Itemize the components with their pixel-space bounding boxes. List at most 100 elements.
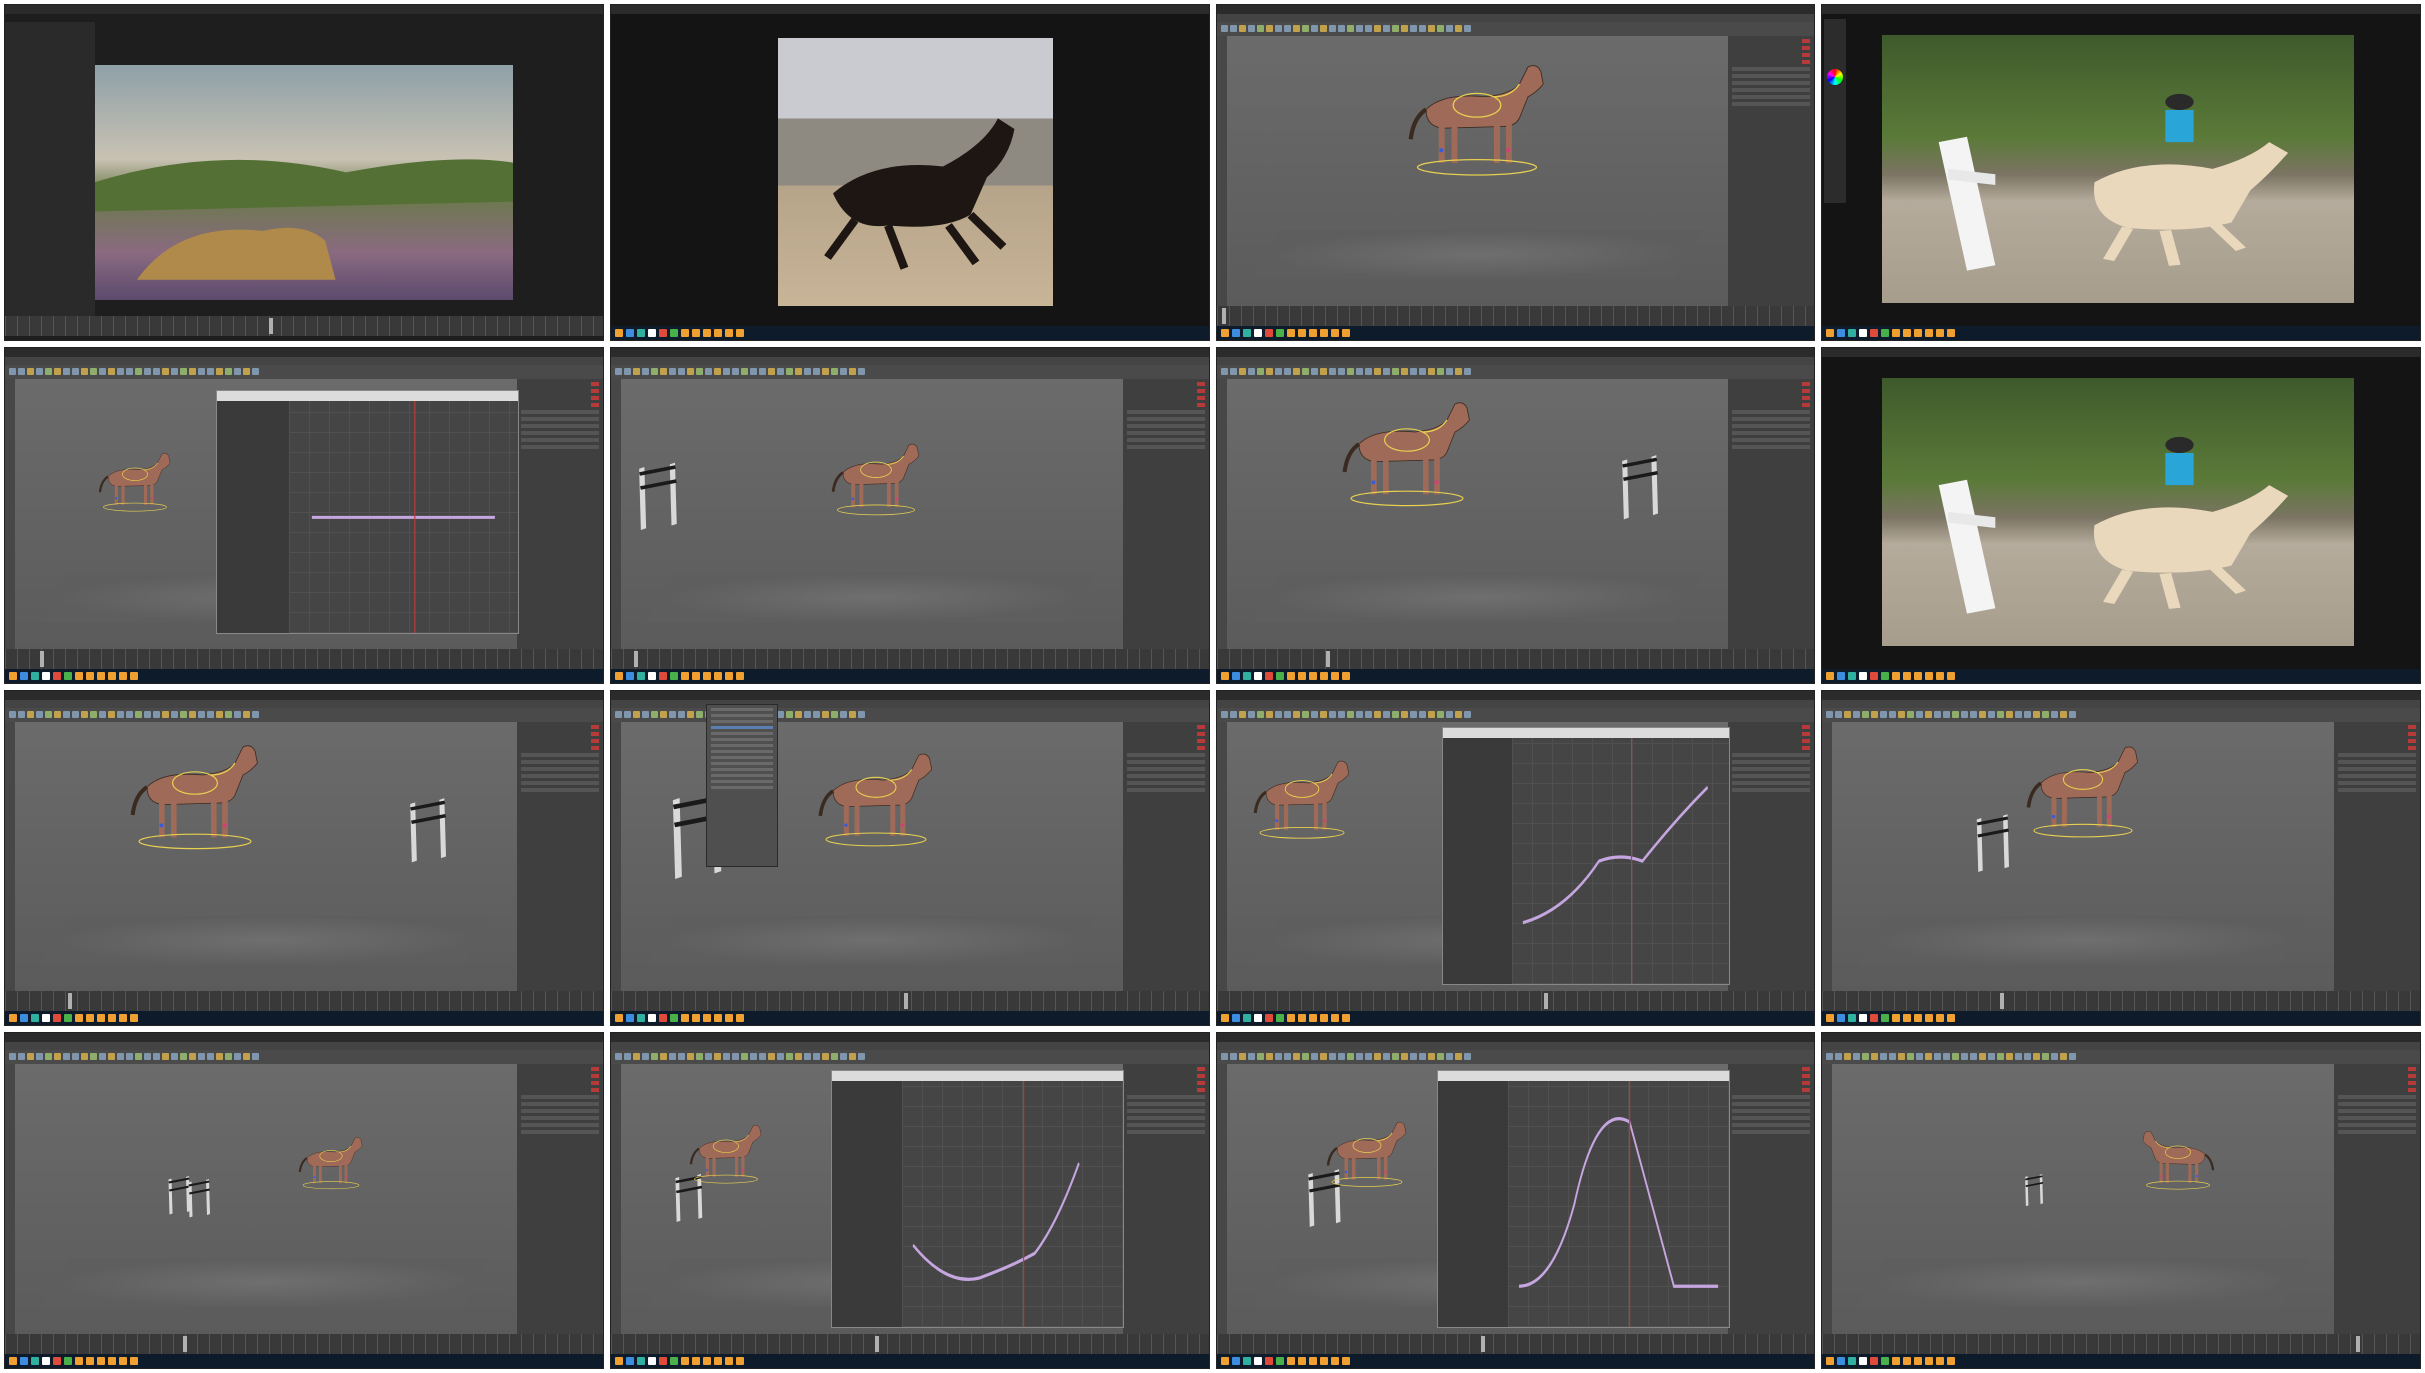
shelf-tool-icon[interactable] <box>1925 710 1933 718</box>
taskbar-app-icon[interactable] <box>1297 1357 1306 1365</box>
shelf-tool-icon[interactable] <box>1862 1053 1870 1061</box>
maya-menu-bar[interactable] <box>5 699 603 708</box>
channel-row[interactable] <box>1802 381 1811 386</box>
shelf-tool-icon[interactable] <box>1988 710 1996 718</box>
channel-row[interactable] <box>1126 1102 1205 1107</box>
taskbar-app-icon[interactable] <box>1220 1014 1229 1023</box>
shelf-tool-icon[interactable] <box>713 1053 721 1061</box>
shelf-tool-icon[interactable] <box>99 1053 106 1061</box>
graph-editor-title-bar[interactable] <box>832 1070 1124 1081</box>
shelf-tool-icon[interactable] <box>1373 367 1381 375</box>
time-slider[interactable] <box>1822 991 2420 1012</box>
channel-row[interactable] <box>590 731 599 736</box>
shelf-tool-icon[interactable] <box>180 367 187 375</box>
video-frame-tile[interactable] <box>4 4 604 341</box>
shelf-tool-icon[interactable] <box>207 710 214 718</box>
shelf-tool-icon[interactable] <box>1337 710 1345 718</box>
taskbar-app-icon[interactable] <box>1826 328 1835 337</box>
shelf-tool-icon[interactable] <box>2069 710 2077 718</box>
shelf-tool-icon[interactable] <box>1445 367 1453 375</box>
shelf-tool-icon[interactable] <box>117 1053 124 1061</box>
channel-row[interactable] <box>1126 1109 1205 1114</box>
timeline-cursor[interactable] <box>269 317 274 334</box>
context-menu[interactable] <box>706 703 779 868</box>
channel-row[interactable] <box>1732 423 1811 428</box>
taskbar-app-icon[interactable] <box>735 328 744 337</box>
shelf-tool-icon[interactable] <box>1445 710 1453 718</box>
taskbar-app-icon[interactable] <box>20 671 28 680</box>
shelf-tool-icon[interactable] <box>821 1053 829 1061</box>
shelf-tool-icon[interactable] <box>1862 710 1870 718</box>
shelf-tool-icon[interactable] <box>1961 1053 1969 1061</box>
taskbar-app-icon[interactable] <box>1264 328 1273 337</box>
shelf-tool-icon[interactable] <box>857 710 865 718</box>
shelf-tool-icon[interactable] <box>1328 1053 1336 1061</box>
shelf-tool-icon[interactable] <box>695 710 703 718</box>
video-frame-tile[interactable] <box>1821 1032 2421 1369</box>
shelf-tool-icon[interactable] <box>650 1053 658 1061</box>
taskbar-app-icon[interactable] <box>108 1357 116 1365</box>
shelf-tool-icon[interactable] <box>1871 710 1879 718</box>
shelf-tool-icon[interactable] <box>216 710 223 718</box>
taskbar-app-icon[interactable] <box>31 671 39 680</box>
taskbar-app-icon[interactable] <box>1826 1357 1835 1365</box>
shelf-tool-icon[interactable] <box>72 710 79 718</box>
horse-rig-model[interactable] <box>821 438 931 518</box>
shelf-tool-icon[interactable] <box>830 367 838 375</box>
taskbar-app-icon[interactable] <box>1892 1357 1901 1365</box>
shelf-tool-icon[interactable] <box>1265 710 1273 718</box>
channel-row[interactable] <box>590 1074 599 1079</box>
video-frame-tile[interactable] <box>609 346 1210 684</box>
channel-row[interactable] <box>1732 1102 1811 1107</box>
shelf-tool-icon[interactable] <box>677 1053 685 1061</box>
tool-box[interactable] <box>1216 378 1227 649</box>
shelf-tool-icon[interactable] <box>1265 25 1273 32</box>
shelf-tool-icon[interactable] <box>812 1053 820 1061</box>
shelf-tool-icon[interactable] <box>225 367 232 375</box>
shelf-tool-icon[interactable] <box>1400 367 1408 375</box>
shelf-tool-icon[interactable] <box>1436 710 1444 718</box>
taskbar-app-icon[interactable] <box>680 1014 689 1023</box>
horse-rig-model[interactable] <box>681 1118 771 1188</box>
shelf-tool-icon[interactable] <box>785 367 793 375</box>
taskbar-app-icon[interactable] <box>1253 1357 1262 1365</box>
channel-row[interactable] <box>1802 388 1811 393</box>
paint-tool-palette[interactable] <box>1824 19 1847 204</box>
horse-rig-model[interactable] <box>2133 1124 2223 1194</box>
taskbar-app-icon[interactable] <box>625 328 634 337</box>
shelf-tool-icon[interactable] <box>81 710 88 718</box>
shelf-tool-icon[interactable] <box>2060 710 2068 718</box>
shelf-tool-icon[interactable] <box>135 710 142 718</box>
taskbar-app-icon[interactable] <box>1936 1014 1945 1023</box>
taskbar-app-icon[interactable] <box>1881 1357 1890 1365</box>
channel-row[interactable] <box>520 430 599 435</box>
video-frame-tile[interactable] <box>1821 689 2421 1027</box>
channel-row[interactable] <box>2338 1130 2416 1135</box>
shelf-tool-icon[interactable] <box>1970 710 1978 718</box>
maya-viewport[interactable] <box>620 378 1123 649</box>
taskbar-app-icon[interactable] <box>1220 671 1229 680</box>
maya-shelf-toolbar[interactable] <box>5 1050 603 1065</box>
shelf-tool-icon[interactable] <box>758 1053 766 1061</box>
shelf-tool-icon[interactable] <box>90 1053 97 1061</box>
shelf-tool-icon[interactable] <box>1247 710 1255 718</box>
channel-box[interactable] <box>1121 721 1209 992</box>
shelf-tool-icon[interactable] <box>794 710 802 718</box>
taskbar-app-icon[interactable] <box>1914 671 1923 680</box>
tool-box[interactable] <box>610 378 621 649</box>
taskbar-app-icon[interactable] <box>1275 1014 1284 1023</box>
animation-curve[interactable] <box>1512 737 1729 985</box>
taskbar-app-icon[interactable] <box>658 671 667 680</box>
shelf-tool-icon[interactable] <box>1454 710 1462 718</box>
shelf-tool-icon[interactable] <box>252 367 259 375</box>
taskbar-app-icon[interactable] <box>1870 1014 1879 1023</box>
taskbar-app-icon[interactable] <box>680 671 689 680</box>
context-menu-item[interactable] <box>711 743 774 747</box>
taskbar-app-icon[interactable] <box>1903 671 1912 680</box>
channel-row[interactable] <box>1732 430 1811 435</box>
time-slider[interactable] <box>1216 648 1815 669</box>
shelf-tool-icon[interactable] <box>1943 1053 1951 1061</box>
shelf-tool-icon[interactable] <box>1835 710 1843 718</box>
time-slider-cursor[interactable] <box>1543 993 1548 1010</box>
taskbar-app-icon[interactable] <box>1286 1357 1295 1365</box>
